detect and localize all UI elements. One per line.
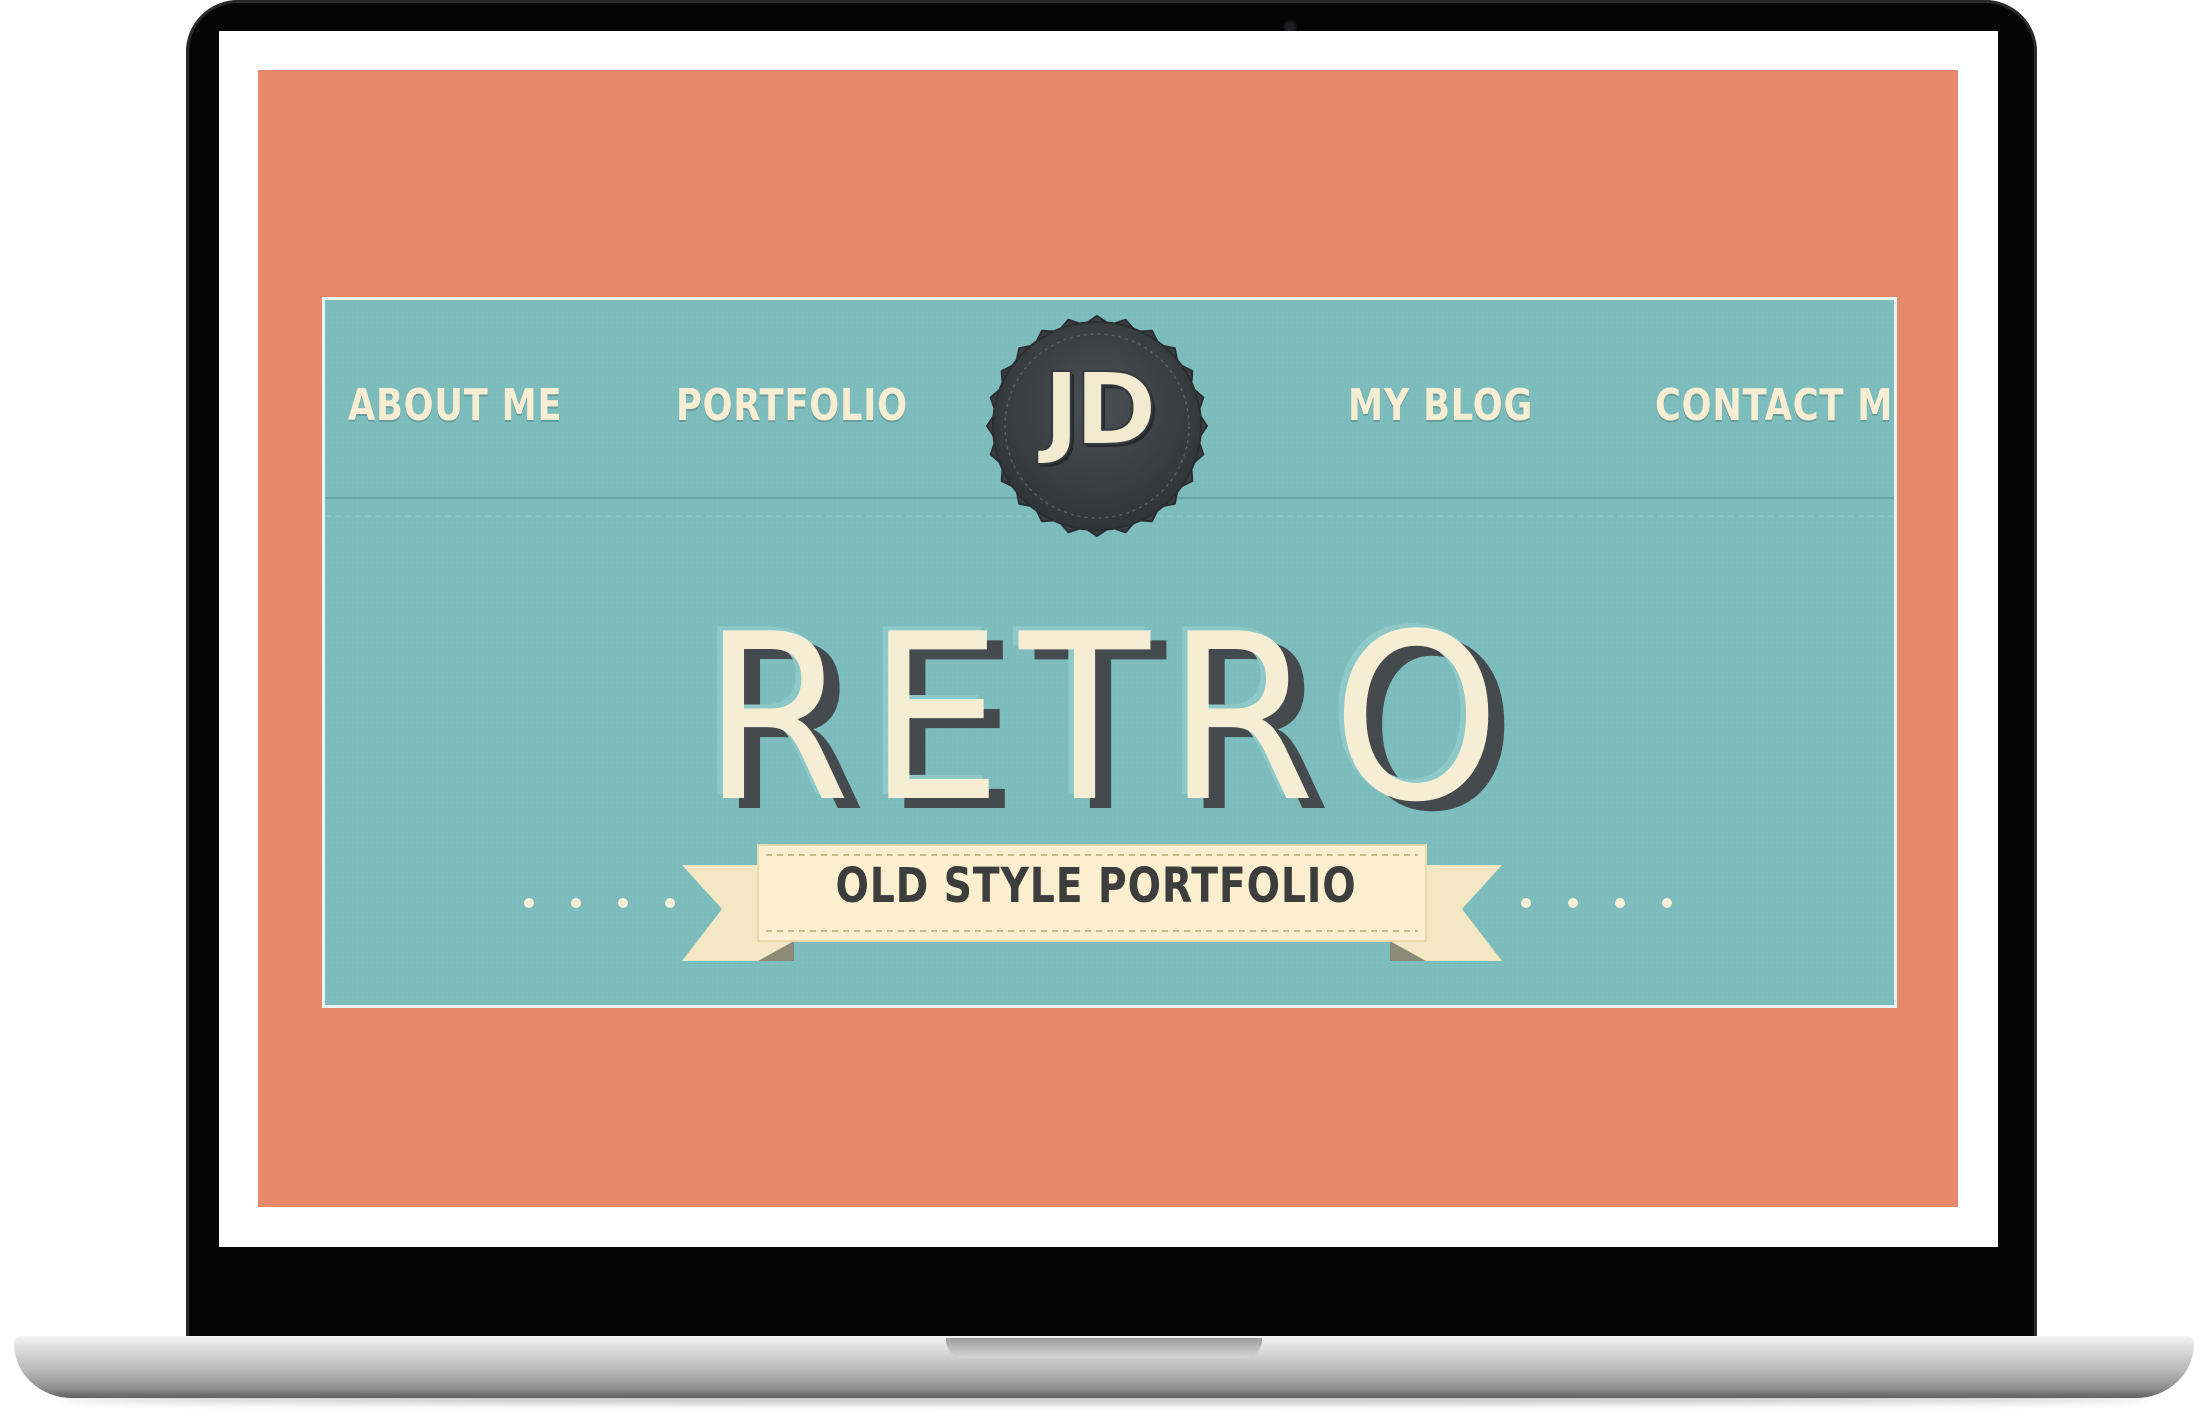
ribbon-label: OLD STYLE PORTFOLIO [835,858,1357,914]
nav-my-blog[interactable]: MY BLOG [1348,380,1533,431]
dot-icon [1662,898,1672,908]
decorative-dots-left [524,898,675,910]
nav-contact-me[interactable]: CONTACT ME [1655,380,1894,431]
dot-icon [524,898,534,908]
dot-icon [571,898,581,908]
hero-section: ABOUT ME PORTFOLIO MY BLOG CONTACT ME JD… [322,297,1897,1008]
dot-icon [618,898,628,908]
hero-title: RETRO [701,586,1518,853]
logo-badge[interactable]: JD [981,308,1213,540]
nav-about-me[interactable]: ABOUT ME [348,380,562,431]
dot-icon [665,898,675,908]
logo-initials: JD [1042,350,1158,469]
decorative-dots-right [1521,898,1672,910]
nav-portfolio[interactable]: PORTFOLIO [676,380,908,431]
laptop-notch [946,1338,1262,1358]
dot-icon [1568,898,1578,908]
dot-icon [1521,898,1531,908]
dot-icon [1615,898,1625,908]
web-page: ABOUT ME PORTFOLIO MY BLOG CONTACT ME JD… [258,70,1958,1207]
